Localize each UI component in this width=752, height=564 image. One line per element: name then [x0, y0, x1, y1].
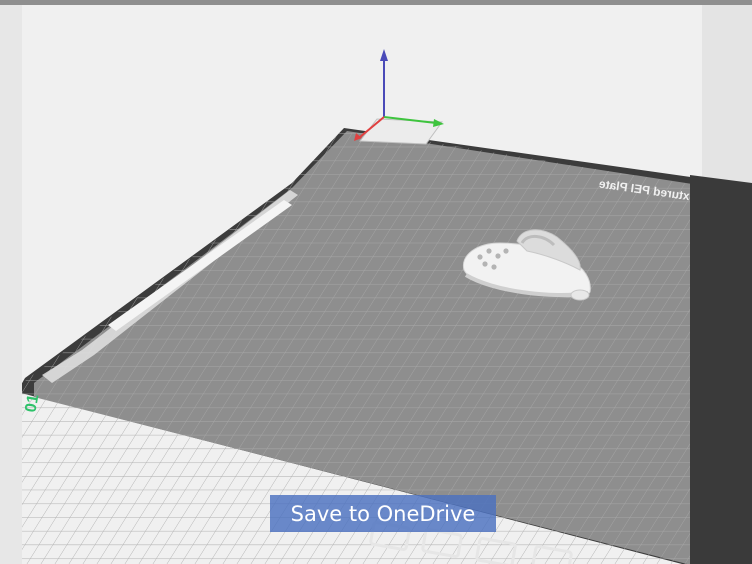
3d-viewport[interactable]: 01 Textured PEI Plate Save to OneDrive	[22, 5, 702, 564]
left-gutter	[0, 5, 22, 564]
z-axis-arrow	[380, 49, 388, 61]
viewport-scene: 01 Textured PEI Plate	[22, 49, 702, 564]
plate-number: 01	[23, 393, 43, 414]
right-plate-shadow	[690, 175, 752, 564]
save-to-onedrive-button[interactable]: Save to OneDrive	[270, 495, 496, 532]
